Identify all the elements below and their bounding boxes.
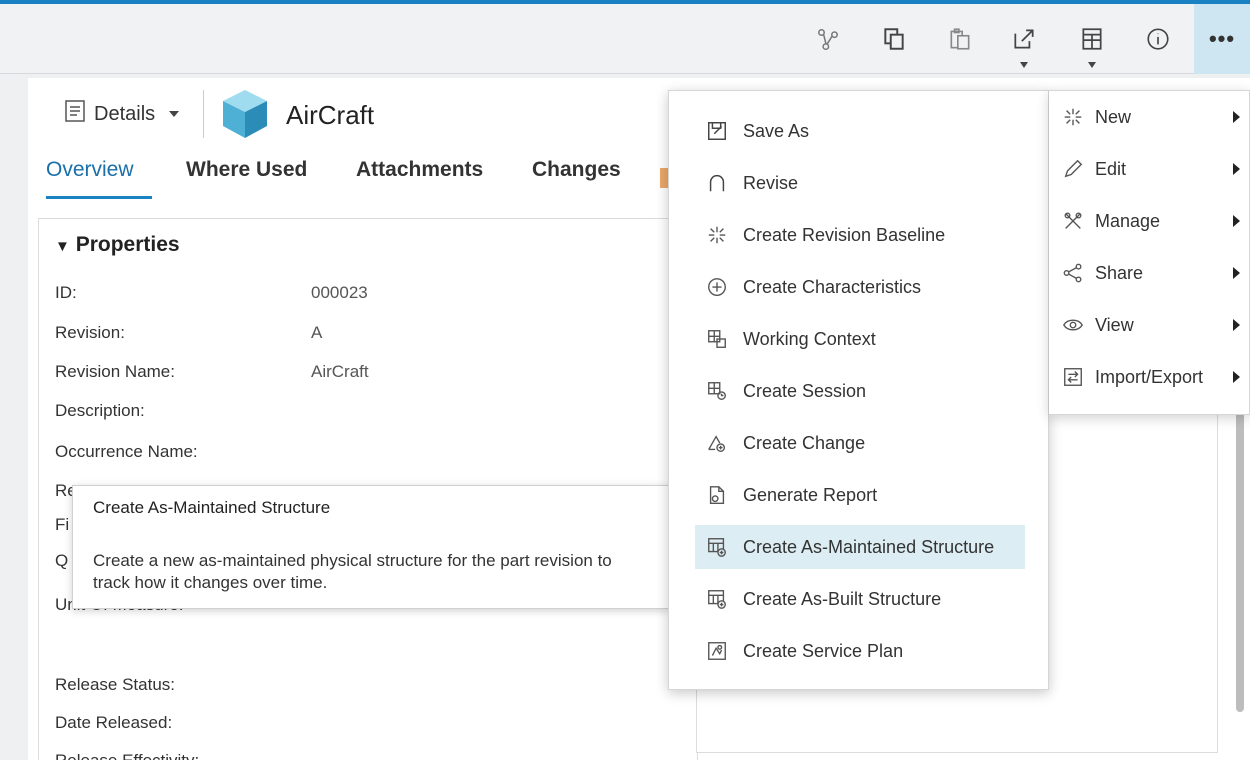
- menu-item-create-as-built-structure[interactable]: Create As-Built Structure: [695, 577, 1025, 621]
- submenu-arrow-icon: [1233, 371, 1240, 383]
- submenu-arrow-icon: [1233, 267, 1240, 279]
- menu-item-label: Create Characteristics: [743, 276, 922, 297]
- menu-item-import-export[interactable]: Import/Export: [1049, 355, 1250, 399]
- copy-icon[interactable]: [870, 4, 918, 74]
- property-row: Date Released:: [55, 713, 173, 732]
- object-header: Details AirCraft: [38, 86, 738, 140]
- submenu-arrow-icon: [1233, 111, 1240, 123]
- characteristics-icon: [703, 273, 731, 301]
- menu-item-create-change[interactable]: Create Change: [695, 421, 1025, 465]
- menu-item-label: Save As: [743, 120, 810, 141]
- tab-overflow-marker: [660, 168, 668, 188]
- menu-item-label: Create Service Plan: [743, 640, 904, 661]
- details-label: Details: [94, 102, 156, 125]
- layout-icon[interactable]: [1068, 4, 1116, 74]
- menu-item-label: View: [1095, 314, 1134, 335]
- menu-item-revise[interactable]: Revise: [695, 161, 1025, 205]
- property-row: Release Status:: [55, 675, 176, 694]
- active-tab-indicator: [46, 196, 152, 199]
- menu-item-working-context[interactable]: Working Context: [695, 317, 1025, 361]
- menu-item-create-revision-baseline[interactable]: Create Revision Baseline: [695, 213, 1025, 257]
- menu-item-label: Import/Export: [1095, 366, 1204, 387]
- details-icon: [64, 99, 86, 129]
- property-row: Release Effectivity:: [55, 751, 655, 760]
- tab-where-used[interactable]: Where Used: [186, 158, 307, 182]
- properties-title: Properties: [75, 233, 180, 256]
- baseline-icon: [703, 221, 731, 249]
- branch-icon[interactable]: [804, 4, 852, 74]
- header-divider: [203, 90, 204, 138]
- menu-item-label: Create As-Built Structure: [743, 588, 942, 609]
- menu-item-label: New: [1095, 106, 1132, 127]
- details-dropdown-button[interactable]: Details: [52, 94, 193, 134]
- working-context-icon: [703, 325, 731, 353]
- property-row: Occurrence Name:: [55, 442, 198, 461]
- tab-overview[interactable]: Overview: [46, 158, 134, 182]
- more-icon[interactable]: •••: [1194, 4, 1250, 74]
- report-icon: [703, 481, 731, 509]
- menu-item-create-service-plan[interactable]: Create Service Plan: [695, 629, 1025, 673]
- collapse-triangle-icon: ▼: [55, 238, 70, 255]
- new-icon: [1059, 103, 1087, 131]
- menu-item-label: Create Session: [743, 380, 867, 401]
- more-actions-menu: New Edit Manage Share View Import/Export: [1049, 90, 1250, 415]
- menu-item-share[interactable]: Share: [1049, 251, 1250, 295]
- menu-item-view[interactable]: View: [1049, 303, 1250, 347]
- manage-icon: [1059, 207, 1087, 235]
- menu-item-label: Working Context: [743, 328, 876, 349]
- as-maintained-icon: [703, 533, 731, 561]
- menu-item-generate-report[interactable]: Generate Report: [695, 473, 1025, 517]
- tab-changes[interactable]: Changes: [532, 158, 621, 182]
- menu-item-label: Generate Report: [743, 484, 878, 505]
- menu-item-create-session[interactable]: Create Session: [695, 369, 1025, 413]
- chevron-down-icon: [169, 111, 180, 117]
- import-export-icon: [1059, 363, 1087, 391]
- edit-icon: [1059, 155, 1087, 183]
- property-row: Description:: [55, 401, 145, 420]
- menu-item-label: Share: [1095, 262, 1144, 283]
- share-icon: [1059, 259, 1087, 287]
- menu-item-new[interactable]: New: [1049, 95, 1250, 139]
- menu-item-label: Create Revision Baseline: [743, 224, 946, 245]
- property-row: ID: 000023: [55, 283, 368, 302]
- tooltip-description: Create a new as-maintained physical stru…: [93, 551, 612, 592]
- submenu-arrow-icon: [1233, 215, 1240, 227]
- session-icon: [703, 377, 731, 405]
- scrollbar[interactable]: [1236, 382, 1244, 712]
- command-tooltip: Create As-Maintained Structure Create a …: [72, 485, 670, 609]
- change-icon: [703, 429, 731, 457]
- tab-attachments[interactable]: Attachments: [356, 158, 483, 182]
- object-title: AirCraft: [286, 100, 375, 130]
- submenu-arrow-icon: [1233, 319, 1240, 331]
- save-as-icon: [703, 117, 731, 145]
- service-plan-icon: [703, 637, 731, 665]
- as-built-icon: [703, 585, 731, 613]
- menu-item-label: Edit: [1095, 158, 1127, 179]
- part-cube-icon: [220, 88, 270, 140]
- view-icon: [1059, 311, 1087, 339]
- menu-item-label: Revise: [743, 172, 799, 193]
- menu-item-label: Create As-Maintained Structure: [743, 536, 995, 557]
- menu-item-label: Create Change: [743, 432, 866, 453]
- properties-header[interactable]: ▼ Properties: [55, 233, 180, 257]
- menu-item-create-characteristics[interactable]: Create Characteristics: [695, 265, 1025, 309]
- property-row: Revision Name: AirCraft: [55, 362, 369, 381]
- menu-item-label: Manage: [1095, 210, 1161, 231]
- manage-submenu: Save As Revise Create Revision Baseline …: [668, 90, 1049, 690]
- tooltip-title: Create As-Maintained Structure: [93, 498, 331, 517]
- info-icon[interactable]: [1134, 4, 1182, 74]
- revise-icon: [703, 169, 731, 197]
- property-row: Revision: A: [55, 323, 323, 342]
- paste-icon[interactable]: [936, 4, 984, 74]
- global-toolbar: •••: [0, 4, 1250, 74]
- menu-item-save-as[interactable]: Save As: [695, 109, 1025, 153]
- menu-item-manage[interactable]: Manage: [1049, 199, 1250, 243]
- menu-item-edit[interactable]: Edit: [1049, 147, 1250, 191]
- menu-item-create-as-maintained-structure[interactable]: Create As-Maintained Structure: [695, 525, 1025, 569]
- submenu-arrow-icon: [1233, 163, 1240, 175]
- open-in-icon[interactable]: [1000, 4, 1048, 74]
